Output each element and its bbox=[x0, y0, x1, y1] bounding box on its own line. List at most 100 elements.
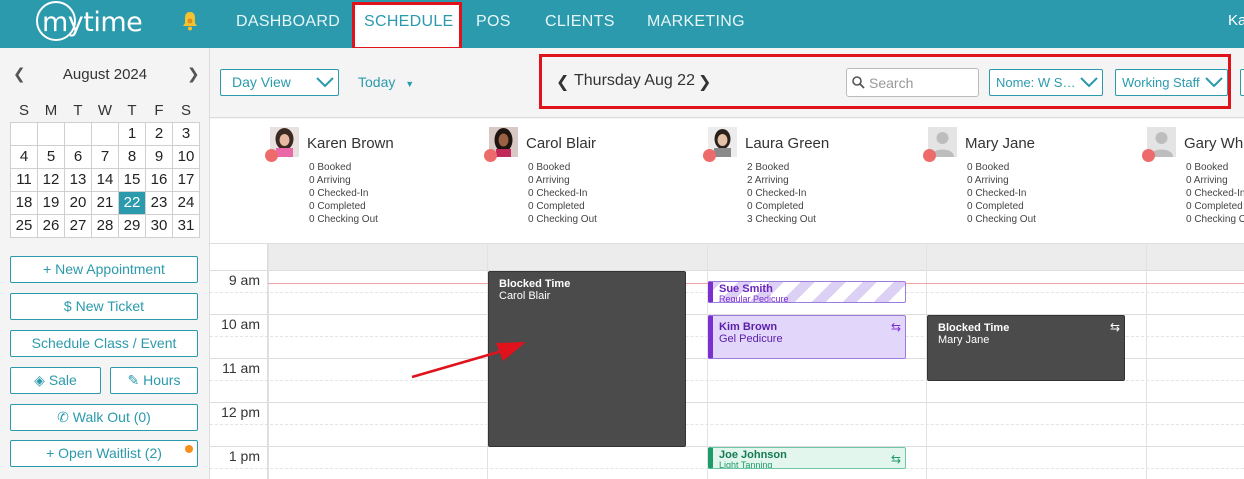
view-select-value: Day View bbox=[232, 74, 291, 90]
calendar-day[interactable] bbox=[10, 121, 38, 146]
calendar-day[interactable] bbox=[64, 121, 92, 146]
stat-completed: 0 Completed bbox=[967, 201, 1024, 212]
current-day: Aug 22 bbox=[644, 72, 695, 89]
search-field[interactable]: Search bbox=[846, 68, 979, 97]
calendar-day[interactable]: 16 bbox=[145, 167, 173, 192]
staff-stats: 0 Booked 0 Arriving 0 Checked-In 0 Compl… bbox=[1186, 161, 1244, 226]
weekday-label: T bbox=[127, 102, 137, 120]
staff-column-header[interactable]: Carol Blair 0 Booked 0 Arriving 0 Checke… bbox=[484, 127, 707, 237]
name-sort-value: Nome: W S… bbox=[996, 75, 1076, 90]
calendar-day[interactable]: 14 bbox=[91, 167, 119, 192]
status-dot bbox=[484, 149, 497, 162]
staff-column-header[interactable]: Gary Whit 0 Booked 0 Arriving 0 Checked-… bbox=[1142, 127, 1244, 237]
mytime-logo[interactable]: mytime bbox=[36, 0, 143, 44]
calendar-day[interactable]: 15 bbox=[118, 167, 146, 192]
calendar-day[interactable]: 17 bbox=[172, 167, 200, 192]
nav-dashboard[interactable]: DASHBOARD bbox=[236, 0, 340, 44]
calendar-day[interactable]: 3 bbox=[172, 121, 200, 146]
stat-arriving: 0 Arriving bbox=[528, 175, 570, 186]
arrow-annotation bbox=[411, 342, 526, 379]
staff-stats: 2 Booked 2 Arriving 0 Checked-In 0 Compl… bbox=[747, 161, 816, 226]
prev-day-icon[interactable]: ❮ bbox=[556, 72, 569, 92]
next-day-icon[interactable]: ❯ bbox=[698, 72, 711, 92]
calendar-day-selected[interactable]: 22 bbox=[118, 190, 146, 215]
today-dropdown[interactable]: Today ▼ bbox=[358, 74, 414, 90]
weekday-label: T bbox=[73, 102, 83, 120]
stat-checking-out: 3 Checking Out bbox=[747, 214, 816, 225]
bell-icon[interactable] bbox=[181, 11, 199, 31]
schedule-grid[interactable]: 9 am 10 am 11 am 12 pm 1 pm Blocked Time… bbox=[210, 243, 1244, 479]
calendar-day[interactable]: 19 bbox=[37, 190, 65, 215]
tag-icon: ◈ bbox=[34, 372, 45, 388]
stat-booked: 0 Booked bbox=[309, 162, 352, 173]
weekday-label: M bbox=[44, 102, 58, 120]
calendar-day[interactable] bbox=[91, 121, 119, 146]
stat-completed: 0 Completed bbox=[309, 201, 366, 212]
nav-pos[interactable]: POS bbox=[476, 0, 511, 44]
status-dot bbox=[703, 149, 716, 162]
schedule-class-button[interactable]: Schedule Class / Event bbox=[10, 330, 198, 357]
calendar-day[interactable]: 26 bbox=[37, 213, 65, 238]
open-waitlist-button[interactable]: + Open Waitlist (2) bbox=[10, 440, 198, 467]
calendar-day[interactable]: 31 bbox=[172, 213, 200, 238]
walk-out-button[interactable]: ✆ Walk Out (0) bbox=[10, 404, 198, 431]
sale-label: Sale bbox=[48, 372, 77, 388]
name-sort-select[interactable]: Nome: W S… bbox=[989, 69, 1103, 96]
calendar-day[interactable]: 21 bbox=[91, 190, 119, 215]
hours-label: Hours bbox=[143, 372, 181, 388]
hours-button[interactable]: ✎ Hours bbox=[110, 367, 198, 394]
staff-filter-select[interactable]: Working Staff bbox=[1115, 69, 1228, 96]
calendar-day[interactable]: 10 bbox=[172, 144, 200, 169]
current-weekday: Thursday bbox=[574, 72, 641, 89]
calendar-day[interactable]: 20 bbox=[64, 190, 92, 215]
staff-name: Karen Brown bbox=[307, 135, 394, 152]
nav-marketing[interactable]: MARKETING bbox=[647, 0, 745, 44]
calendar-day[interactable]: 12 bbox=[37, 167, 65, 192]
calendar-day[interactable]: 13 bbox=[64, 167, 92, 192]
nav-schedule[interactable]: SCHEDULE bbox=[352, 2, 462, 50]
new-appointment-button[interactable]: + New Appointment bbox=[10, 256, 198, 283]
toolbar-button-cut[interactable] bbox=[1240, 69, 1244, 96]
schedule-toolbar: Day View Today ▼ ❮ Thursday Aug 22 ❯ Sea… bbox=[210, 48, 1244, 118]
logo-text: mytime bbox=[42, 6, 143, 38]
calendar-day[interactable]: 27 bbox=[64, 213, 92, 238]
status-dot bbox=[923, 149, 936, 162]
next-month-icon[interactable]: ❯ bbox=[187, 65, 200, 83]
stat-completed: 0 Completed bbox=[1186, 201, 1243, 212]
staff-header: Karen Brown 0 Booked 0 Arriving 0 Checke… bbox=[210, 119, 1244, 243]
staff-column-header[interactable]: Karen Brown 0 Booked 0 Arriving 0 Checke… bbox=[265, 127, 488, 237]
calendar-day[interactable]: 8 bbox=[118, 144, 146, 169]
calendar-day[interactable]: 2 bbox=[145, 121, 173, 146]
calendar-day[interactable] bbox=[37, 121, 65, 146]
staff-stats: 0 Booked 0 Arriving 0 Checked-In 0 Compl… bbox=[309, 161, 378, 226]
calendar-day[interactable]: 24 bbox=[172, 190, 200, 215]
calendar-day[interactable]: 4 bbox=[10, 144, 38, 169]
today-label: Today bbox=[358, 74, 396, 90]
chevron-down-icon bbox=[1080, 77, 1098, 88]
stat-booked: 2 Booked bbox=[747, 162, 790, 173]
calendar-day[interactable]: 28 bbox=[91, 213, 119, 238]
calendar-day[interactable]: 25 bbox=[10, 213, 38, 238]
sidebar: ❮ August 2024 ❯ S M T W T F S 1 2 3 4 5 … bbox=[0, 48, 210, 479]
stat-checked-in: 0 Checked-In bbox=[967, 188, 1027, 199]
staff-column-header[interactable]: Laura Green 2 Booked 2 Arriving 0 Checke… bbox=[703, 127, 926, 237]
calendar-day[interactable]: 23 bbox=[145, 190, 173, 215]
calendar-day[interactable]: 7 bbox=[91, 144, 119, 169]
new-ticket-button[interactable]: $ New Ticket bbox=[10, 293, 198, 320]
calendar-day[interactable]: 9 bbox=[145, 144, 173, 169]
calendar-day[interactable]: 11 bbox=[10, 167, 38, 192]
staff-column-header[interactable]: Mary Jane 0 Booked 0 Arriving 0 Checked-… bbox=[923, 127, 1146, 237]
user-menu[interactable]: Ka bbox=[1228, 12, 1244, 29]
staff-name: Laura Green bbox=[745, 135, 830, 152]
calendar-day[interactable]: 1 bbox=[118, 121, 146, 146]
calendar-day[interactable]: 5 bbox=[37, 144, 65, 169]
sale-button[interactable]: ◈ Sale bbox=[10, 367, 101, 394]
top-nav-bar: mytime DASHBOARD SCHEDULE POS CLIENTS MA… bbox=[0, 0, 1244, 50]
calendar-day[interactable]: 30 bbox=[145, 213, 173, 238]
calendar-day[interactable]: 18 bbox=[10, 190, 38, 215]
calendar-day[interactable]: 29 bbox=[118, 213, 146, 238]
view-select[interactable]: Day View bbox=[220, 69, 339, 96]
calendar-day[interactable]: 6 bbox=[64, 144, 92, 169]
nav-clients[interactable]: CLIENTS bbox=[545, 0, 615, 44]
stat-arriving: 2 Arriving bbox=[747, 175, 789, 186]
